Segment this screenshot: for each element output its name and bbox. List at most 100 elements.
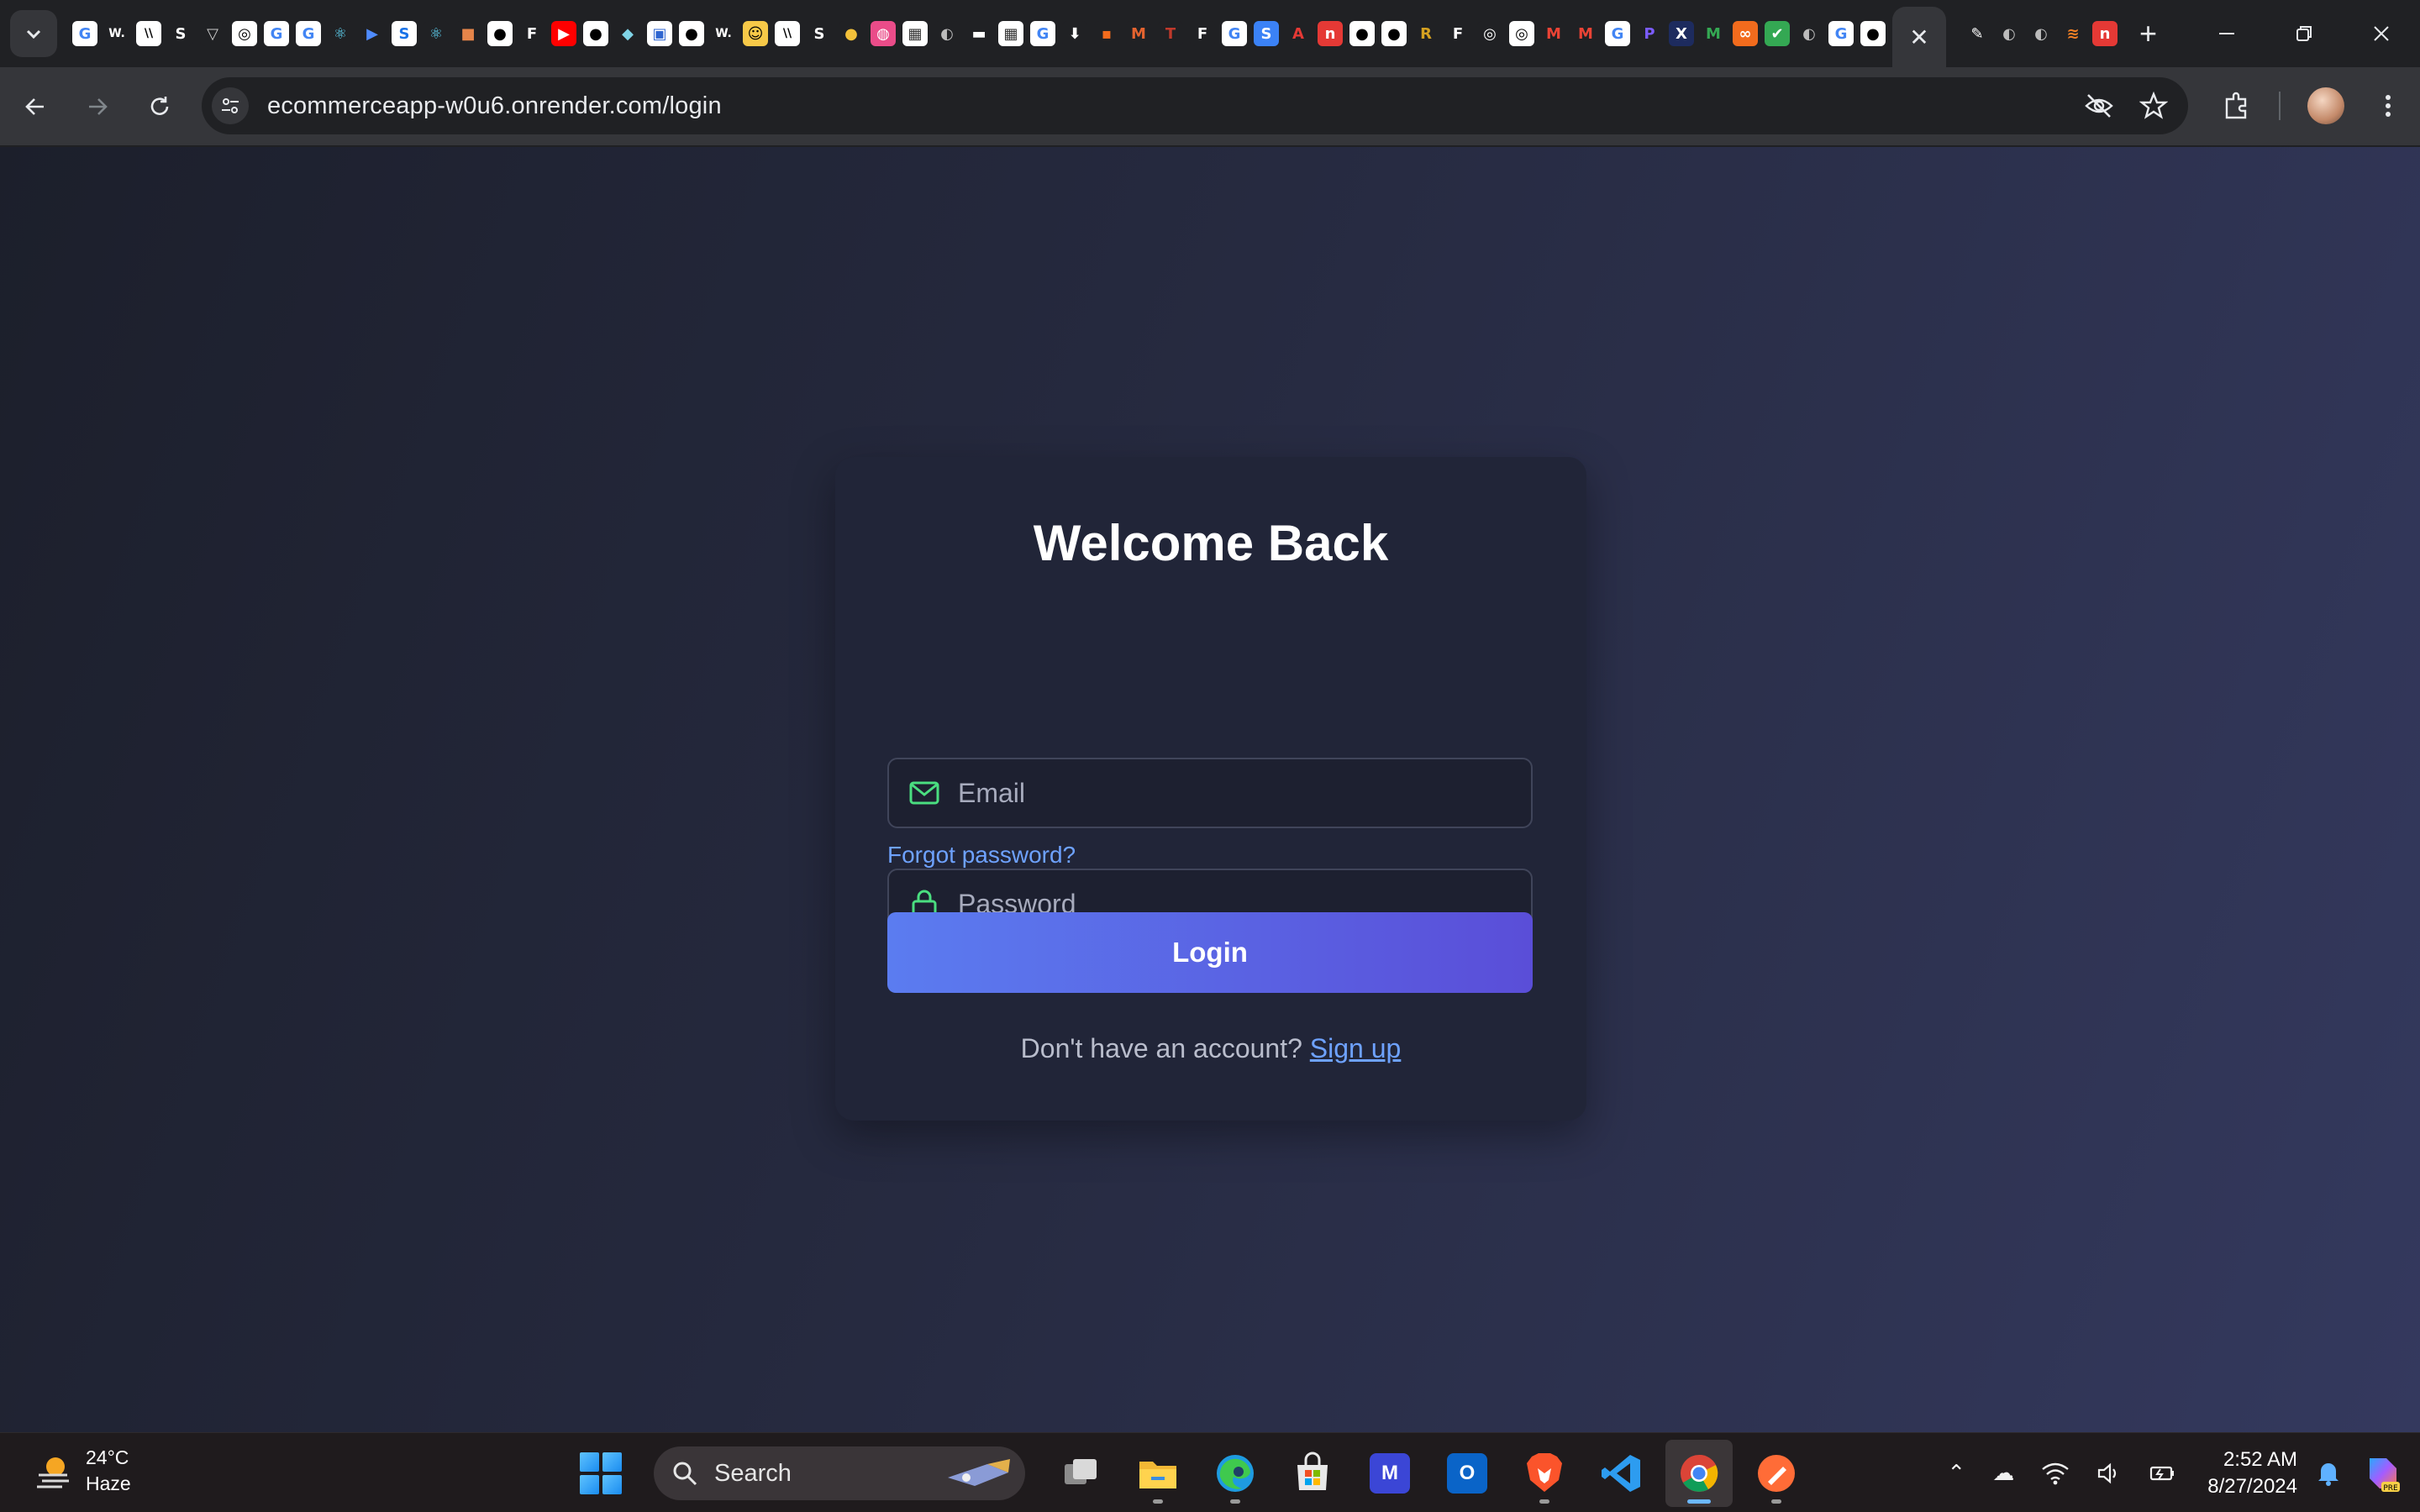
tab-favicon-icon[interactable]: n	[1318, 21, 1343, 46]
tab-favicon-icon[interactable]: F	[1445, 21, 1470, 46]
tab-favicon-icon[interactable]: S	[168, 21, 193, 46]
tab-favicon-icon[interactable]: W.	[711, 21, 736, 46]
active-tab[interactable]: ✕	[1892, 7, 1946, 67]
clock[interactable]: 2:52 AM 8/27/2024	[2207, 1446, 2297, 1500]
tab-favicon-icon[interactable]: ▪	[1094, 21, 1119, 46]
profile-avatar[interactable]	[2307, 87, 2344, 124]
file-explorer-app[interactable]	[1124, 1440, 1192, 1507]
tab-favicon-icon[interactable]: ●	[679, 21, 704, 46]
tab-favicon-icon[interactable]: ☺	[743, 21, 768, 46]
signup-link[interactable]: Sign up	[1310, 1033, 1402, 1063]
tab-favicon-icon[interactable]: ◐	[2028, 21, 2054, 46]
brave-app[interactable]	[1511, 1440, 1578, 1507]
copilot-icon[interactable]: PRE	[2361, 1452, 2405, 1495]
tab-search-button[interactable]	[10, 10, 57, 57]
tab-favicon-icon[interactable]: X	[1669, 21, 1694, 46]
url-text[interactable]: ecommerceapp-w0u6.onrender.com/login	[267, 92, 722, 120]
weather-widget[interactable]: 24°C Haze	[32, 1445, 131, 1497]
login-button[interactable]: Login	[887, 912, 1533, 993]
tab-favicon-icon[interactable]: ●	[839, 21, 864, 46]
tab-favicon-icon[interactable]: ≋	[2060, 21, 2086, 46]
tab-favicon-icon[interactable]: T	[1158, 21, 1183, 46]
visual-studio-app[interactable]: M	[1356, 1440, 1423, 1507]
tab-favicon-icon[interactable]: ✔	[1765, 21, 1790, 46]
tab-favicon-icon[interactable]: R	[1413, 21, 1439, 46]
forward-button[interactable]	[71, 80, 124, 134]
tab-favicon-icon[interactable]: G	[1222, 21, 1247, 46]
volume-icon[interactable]	[2096, 1461, 2122, 1486]
battery-saver-icon[interactable]	[2149, 1461, 2177, 1486]
reload-button[interactable]	[133, 80, 187, 134]
restore-button[interactable]	[2265, 0, 2343, 67]
tab-favicon-icon[interactable]: ■	[455, 21, 481, 46]
tab-favicon-icon[interactable]: S	[1254, 21, 1279, 46]
tab-favicon-icon[interactable]: ⚛	[424, 21, 449, 46]
tab-favicon-icon[interactable]: F	[519, 21, 544, 46]
tab-favicon-icon[interactable]: G	[1828, 21, 1854, 46]
tab-favicon-icon[interactable]: G	[1030, 21, 1055, 46]
tab-favicon-icon[interactable]: M	[1126, 21, 1151, 46]
tab-favicon-icon[interactable]: ▶	[360, 21, 385, 46]
tab-favicon-icon[interactable]: n	[2092, 21, 2118, 46]
tab-favicon-icon[interactable]: ◆	[615, 21, 640, 46]
tab-favicon-icon[interactable]: ▦	[998, 21, 1023, 46]
tab-favicon-icon[interactable]: \\	[775, 21, 800, 46]
taskbar-search[interactable]: Search	[654, 1446, 1025, 1500]
tab-favicon-icon[interactable]: ⚛	[328, 21, 353, 46]
email-input[interactable]	[958, 759, 1531, 827]
tab-favicon-icon[interactable]: G	[1605, 21, 1630, 46]
new-tab-button[interactable]: +	[2139, 16, 2157, 51]
tab-favicon-icon[interactable]: M	[1541, 21, 1566, 46]
store-app[interactable]	[1279, 1440, 1346, 1507]
tab-favicon-icon[interactable]: G	[296, 21, 321, 46]
tab-favicon-icon[interactable]: ◍	[871, 21, 896, 46]
vscode-app[interactable]	[1588, 1440, 1655, 1507]
tab-favicon-icon[interactable]: F	[1190, 21, 1215, 46]
tab-favicon-icon[interactable]: M	[1573, 21, 1598, 46]
tab-favicon-icon[interactable]: P	[1637, 21, 1662, 46]
tab-favicon-icon[interactable]: ◐	[1996, 21, 2022, 46]
cloud-icon[interactable]: ☁	[1992, 1460, 2014, 1486]
tab-favicon-icon[interactable]: \\	[136, 21, 161, 46]
site-info-button[interactable]	[212, 87, 249, 124]
extensions-icon[interactable]	[2222, 91, 2252, 121]
close-window-button[interactable]	[2343, 0, 2420, 67]
tab-favicon-icon[interactable]: W.	[104, 21, 129, 46]
tab-favicon-icon[interactable]: ◐	[1797, 21, 1822, 46]
tab-favicon-icon[interactable]: ⬇	[1062, 21, 1087, 46]
tab-favicon-icon[interactable]: A	[1286, 21, 1311, 46]
tab-favicon-icon[interactable]: ▬	[966, 21, 992, 46]
minimize-button[interactable]	[2188, 0, 2265, 67]
task-view-app[interactable]	[1047, 1440, 1114, 1507]
notification-bell-icon[interactable]	[2316, 1460, 2341, 1487]
edge-app[interactable]	[1202, 1440, 1269, 1507]
postman-app[interactable]	[1743, 1440, 1810, 1507]
tab-favicon-icon[interactable]: ▶	[551, 21, 576, 46]
tab-favicon-icon[interactable]: ●	[1381, 21, 1407, 46]
chevron-up-icon[interactable]: ⌃	[1947, 1460, 1965, 1486]
start-button[interactable]	[580, 1452, 622, 1494]
tab-favicon-icon[interactable]: S	[807, 21, 832, 46]
tab-favicon-icon[interactable]: G	[72, 21, 97, 46]
address-bar[interactable]: ecommerceapp-w0u6.onrender.com/login	[202, 77, 2188, 134]
outlook-app[interactable]: O	[1434, 1440, 1501, 1507]
tab-favicon-icon[interactable]: ◐	[934, 21, 960, 46]
tab-favicon-icon[interactable]: S	[392, 21, 417, 46]
tab-favicon-icon[interactable]: ◎	[1509, 21, 1534, 46]
chrome-app[interactable]	[1665, 1440, 1733, 1507]
tab-favicon-icon[interactable]: ●	[1860, 21, 1886, 46]
tab-favicon-icon[interactable]: ∞	[1733, 21, 1758, 46]
back-button[interactable]	[8, 80, 62, 134]
tab-favicon-icon[interactable]: ▦	[902, 21, 928, 46]
more-vertical-icon[interactable]	[2373, 91, 2403, 121]
tab-favicon-icon[interactable]: ●	[487, 21, 513, 46]
wifi-icon[interactable]	[2041, 1461, 2070, 1486]
tab-favicon-icon[interactable]: ●	[1349, 21, 1375, 46]
eye-off-icon[interactable]	[2084, 91, 2114, 121]
tab-favicon-icon[interactable]: M	[1701, 21, 1726, 46]
tab-favicon-icon[interactable]: ◎	[232, 21, 257, 46]
tab-favicon-icon[interactable]: ●	[583, 21, 608, 46]
tab-favicon-icon[interactable]: G	[264, 21, 289, 46]
email-field[interactable]	[887, 758, 1533, 828]
tab-favicon-icon[interactable]: ▣	[647, 21, 672, 46]
